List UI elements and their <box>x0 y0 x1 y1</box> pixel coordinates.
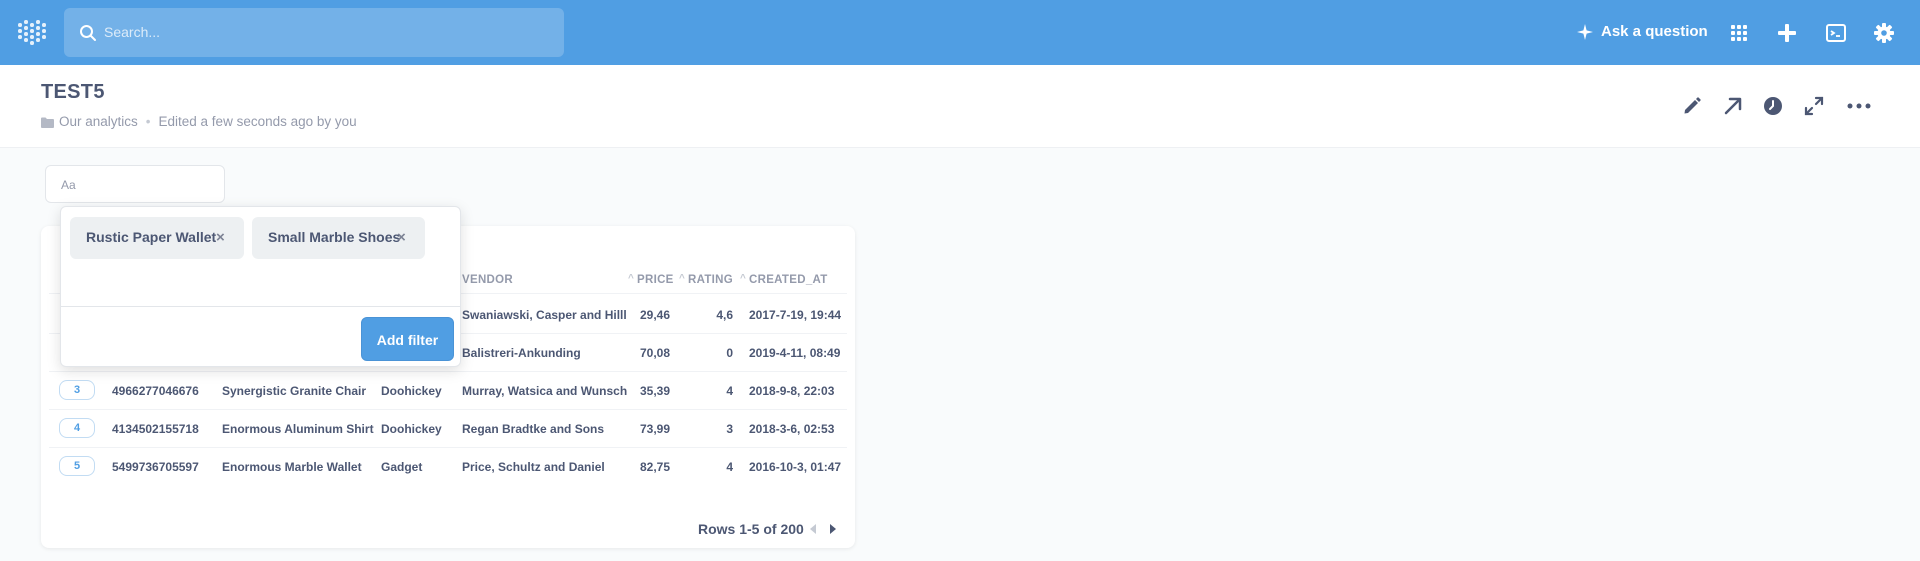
close-icon[interactable]: × <box>397 229 406 246</box>
page-title[interactable]: TEST5 <box>41 81 105 104</box>
cell-created-at: 2018-3-6, 02:53 <box>749 422 835 436</box>
edited-info[interactable]: Edited a few seconds ago by you <box>159 114 357 129</box>
sort-caret-icon: ^ <box>740 273 747 284</box>
cell-rating: 4 <box>726 384 733 398</box>
column-header-price[interactable]: ^ PRICE <box>628 273 674 286</box>
sort-caret-icon: ^ <box>679 273 686 284</box>
selected-value-tag: Rustic Paper Wallet × <box>70 217 244 259</box>
cell-price: 35,39 <box>639 384 670 398</box>
cell-ean: 5499736705597 <box>112 460 199 474</box>
column-header-rating[interactable]: ^ RATING <box>679 273 734 286</box>
row-divider <box>49 447 847 448</box>
cell-rating: 4,6 <box>716 308 733 322</box>
pencil-icon[interactable] <box>1681 95 1703 117</box>
cell-ean: 4134502155718 <box>112 422 199 436</box>
row-divider <box>49 409 847 410</box>
cell-rating: 4 <box>726 460 733 474</box>
cell-vendor: Price, Schultz and Daniel <box>462 460 605 474</box>
cell-category: Gadget <box>381 460 423 474</box>
collection-link[interactable]: Our analytics <box>59 114 138 129</box>
cell-title: Enormous Marble Wallet <box>222 460 362 474</box>
column-label: CREATED_AT <box>749 274 828 286</box>
popover-divider <box>61 306 460 307</box>
column-header-vendor[interactable]: VENDOR <box>462 274 513 286</box>
cell-created-at: 2016-10-3, 01:47 <box>749 460 842 474</box>
tag-label: Small Marble Shoes <box>268 229 401 245</box>
top-nav: Search... Ask a question <box>0 0 1920 65</box>
cell-vendor: Swaniawski, Casper and Hilll <box>462 308 627 322</box>
filter-placeholder: Aa <box>61 178 76 192</box>
cell-created-at: 2019-4-11, 08:49 <box>749 346 841 360</box>
cell-category: Doohickey <box>381 422 442 436</box>
cell-ean: 4966277046676 <box>112 384 199 398</box>
column-label: PRICE <box>637 274 674 286</box>
search-input[interactable]: Search... <box>64 8 564 57</box>
pagination-info: Rows 1-5 of 200 <box>698 521 804 537</box>
share-arrow-icon[interactable] <box>1722 95 1744 117</box>
search-placeholder: Search... <box>104 24 161 40</box>
selected-value-tag: Small Marble Shoes × <box>252 217 425 259</box>
filter-popover: Rustic Paper Wallet × Small Marble Shoes… <box>60 206 461 367</box>
next-page-icon[interactable] <box>830 524 836 534</box>
close-icon[interactable]: × <box>216 229 225 246</box>
id-badge[interactable]: 3 <box>59 380 95 400</box>
cell-vendor: Regan Bradtke and Sons <box>462 422 605 436</box>
cell-vendor: Balistreri-Ankunding <box>462 346 581 360</box>
cell-price: 70,08 <box>639 346 670 360</box>
cell-rating: 0 <box>726 346 733 360</box>
id-badge[interactable]: 4 <box>59 418 95 438</box>
cell-title: Enormous Aluminum Shirt <box>222 422 374 436</box>
previous-page-icon[interactable] <box>810 524 816 534</box>
cell-vendor: Murray, Watsica and Wunsch <box>462 384 628 398</box>
cell-category: Doohickey <box>381 384 442 398</box>
row-divider <box>49 371 847 372</box>
terminal-icon[interactable] <box>1825 22 1847 44</box>
column-header-created-at[interactable]: ^ CREATED_AT <box>740 273 828 286</box>
grid-icon[interactable] <box>1728 22 1750 44</box>
cell-created-at: 2018-9-8, 22:03 <box>749 384 835 398</box>
folder-icon <box>41 117 54 128</box>
separator-dot: • <box>145 114 151 129</box>
expand-icon[interactable] <box>1803 95 1825 117</box>
clock-icon[interactable] <box>1762 95 1784 117</box>
column-label: RATING <box>688 274 734 286</box>
cell-created-at: 2017-7-19, 19:44 <box>749 308 842 322</box>
cell-price: 82,75 <box>639 460 670 474</box>
dashboard-meta: Our analytics • Edited a few seconds ago b… <box>41 114 357 129</box>
ask-question-label: Ask a question <box>1601 23 1708 40</box>
column-label: VENDOR <box>462 274 514 286</box>
more-icon[interactable] <box>1844 95 1874 117</box>
cell-price: 73,99 <box>639 422 670 436</box>
dashboard-header: TEST5 Our analytics • Edited a few seconds… <box>0 65 1920 148</box>
cell-price: 29,46 <box>639 308 670 322</box>
text-filter-widget[interactable]: Aa <box>45 165 225 203</box>
search-icon <box>80 25 96 41</box>
gear-icon[interactable] <box>1873 22 1895 44</box>
cell-rating: 3 <box>726 422 733 436</box>
logo-icon[interactable] <box>18 20 46 46</box>
sparkle-icon <box>1577 24 1593 40</box>
plus-icon[interactable] <box>1776 22 1798 44</box>
sort-caret-icon: ^ <box>628 273 635 284</box>
cell-title: Synergistic Granite Chair <box>222 384 367 398</box>
id-badge[interactable]: 5 <box>59 456 95 476</box>
tag-label: Rustic Paper Wallet <box>86 229 217 245</box>
add-filter-button[interactable]: Add filter <box>361 317 454 361</box>
